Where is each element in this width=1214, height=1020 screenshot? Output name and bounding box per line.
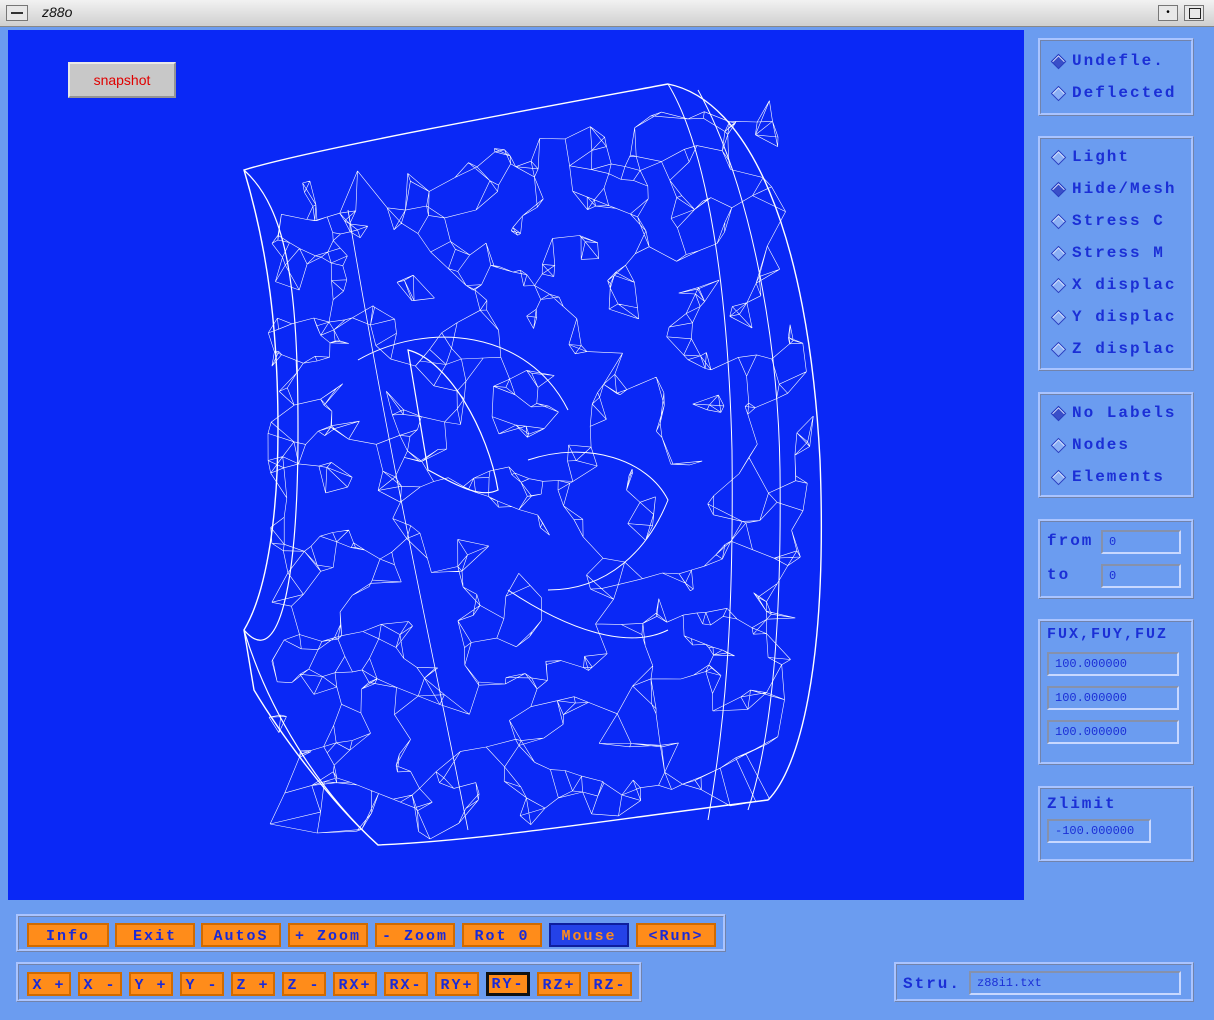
y-plus-button[interactable]: Y + [129,972,173,996]
radio-stress-m[interactable]: Stress M [1049,239,1165,267]
run-button[interactable]: <Run> [636,923,716,947]
radio-x-displac[interactable]: X displac [1049,271,1176,299]
ry-minus-button[interactable]: RY- [486,972,530,996]
radio-hide-mesh[interactable]: Hide/Mesh [1049,175,1176,203]
window-title: z88o [42,4,73,20]
radio-y-displac[interactable]: Y displac [1049,303,1176,331]
labels-group: No Labels Nodes Elements [1038,392,1194,498]
factors-label: FUX,FUY,FUZ [1047,626,1169,643]
snapshot-button[interactable]: snapshot [68,62,176,98]
y-minus-button[interactable]: Y - [180,972,224,996]
ry-plus-button[interactable]: RY+ [435,972,479,996]
maximize-button[interactable] [1184,5,1204,21]
radio-diamond-icon [1050,277,1067,293]
z-minus-button[interactable]: Z - [282,972,326,996]
range-group: from 0 to 0 [1038,519,1194,599]
radio-undeflected[interactable]: Undefle. [1049,47,1165,75]
fuz-field[interactable]: 100.000000 [1047,720,1179,744]
display-mode-group: Undefle. Deflected [1038,38,1194,116]
title-bar: z88o • [0,0,1214,27]
radio-elements[interactable]: Elements [1049,463,1165,491]
autoscale-button[interactable]: AutoS [201,923,281,947]
rotate-reset-button[interactable]: Rot 0 [462,923,542,947]
radio-diamond-icon [1050,405,1067,421]
zoom-in-button[interactable]: + Zoom [288,923,368,947]
radio-diamond-icon [1050,245,1067,261]
radio-diamond-icon [1050,213,1067,229]
radio-no-labels[interactable]: No Labels [1049,399,1176,427]
radio-diamond-icon [1050,309,1067,325]
zlimit-group: Zlimit -100.000000 [1038,786,1194,862]
radio-z-displac[interactable]: Z displac [1049,335,1176,363]
radio-deflected[interactable]: Deflected [1049,79,1176,107]
mesh-wireframe [243,83,823,846]
zlimit-label: Zlimit [1047,795,1117,813]
zlimit-field[interactable]: -100.000000 [1047,819,1151,843]
info-button[interactable]: Info [27,923,109,947]
minimize-button[interactable]: • [1158,5,1178,21]
rx-plus-button[interactable]: RX+ [333,972,377,996]
to-label: to [1047,566,1071,584]
radio-diamond-icon [1050,53,1067,69]
rz-plus-button[interactable]: RZ+ [537,972,581,996]
x-plus-button[interactable]: X + [27,972,71,996]
radio-diamond-icon [1050,85,1067,101]
main-toolbar: Info Exit AutoS + Zoom - Zoom Rot 0 Mous… [16,914,726,952]
radio-diamond-icon [1050,469,1067,485]
factors-group: FUX,FUY,FUZ 100.000000 100.000000 100.00… [1038,619,1194,765]
rz-minus-button[interactable]: RZ- [588,972,632,996]
z-plus-button[interactable]: Z + [231,972,275,996]
radio-diamond-icon [1050,437,1067,453]
radio-stress-c[interactable]: Stress C [1049,207,1165,235]
from-field[interactable]: 0 [1101,530,1181,554]
structure-group: Stru. z88i1.txt [894,962,1194,1002]
to-field[interactable]: 0 [1101,564,1181,588]
radio-diamond-icon [1050,149,1067,165]
structure-label: Stru. [903,975,962,993]
zoom-out-button[interactable]: - Zoom [375,923,455,947]
radio-nodes[interactable]: Nodes [1049,431,1130,459]
window-menu-button[interactable] [6,5,28,21]
radio-diamond-icon [1050,181,1067,197]
x-minus-button[interactable]: X - [78,972,122,996]
graphics-canvas[interactable]: snapshot [8,30,1024,900]
exit-button[interactable]: Exit [115,923,195,947]
fuy-field[interactable]: 100.000000 [1047,686,1179,710]
render-mode-group: Light Hide/Mesh Stress C Stress M X disp… [1038,136,1194,371]
from-label: from [1047,532,1094,550]
radio-diamond-icon [1050,341,1067,357]
mouse-mode-button[interactable]: Mouse [549,923,629,947]
rx-minus-button[interactable]: RX- [384,972,428,996]
radio-light[interactable]: Light [1049,143,1130,171]
fux-field[interactable]: 100.000000 [1047,652,1179,676]
motion-toolbar: X + X - Y + Y - Z + Z - RX+ RX- RY+ RY- … [16,962,642,1002]
structure-file-field[interactable]: z88i1.txt [969,971,1181,995]
